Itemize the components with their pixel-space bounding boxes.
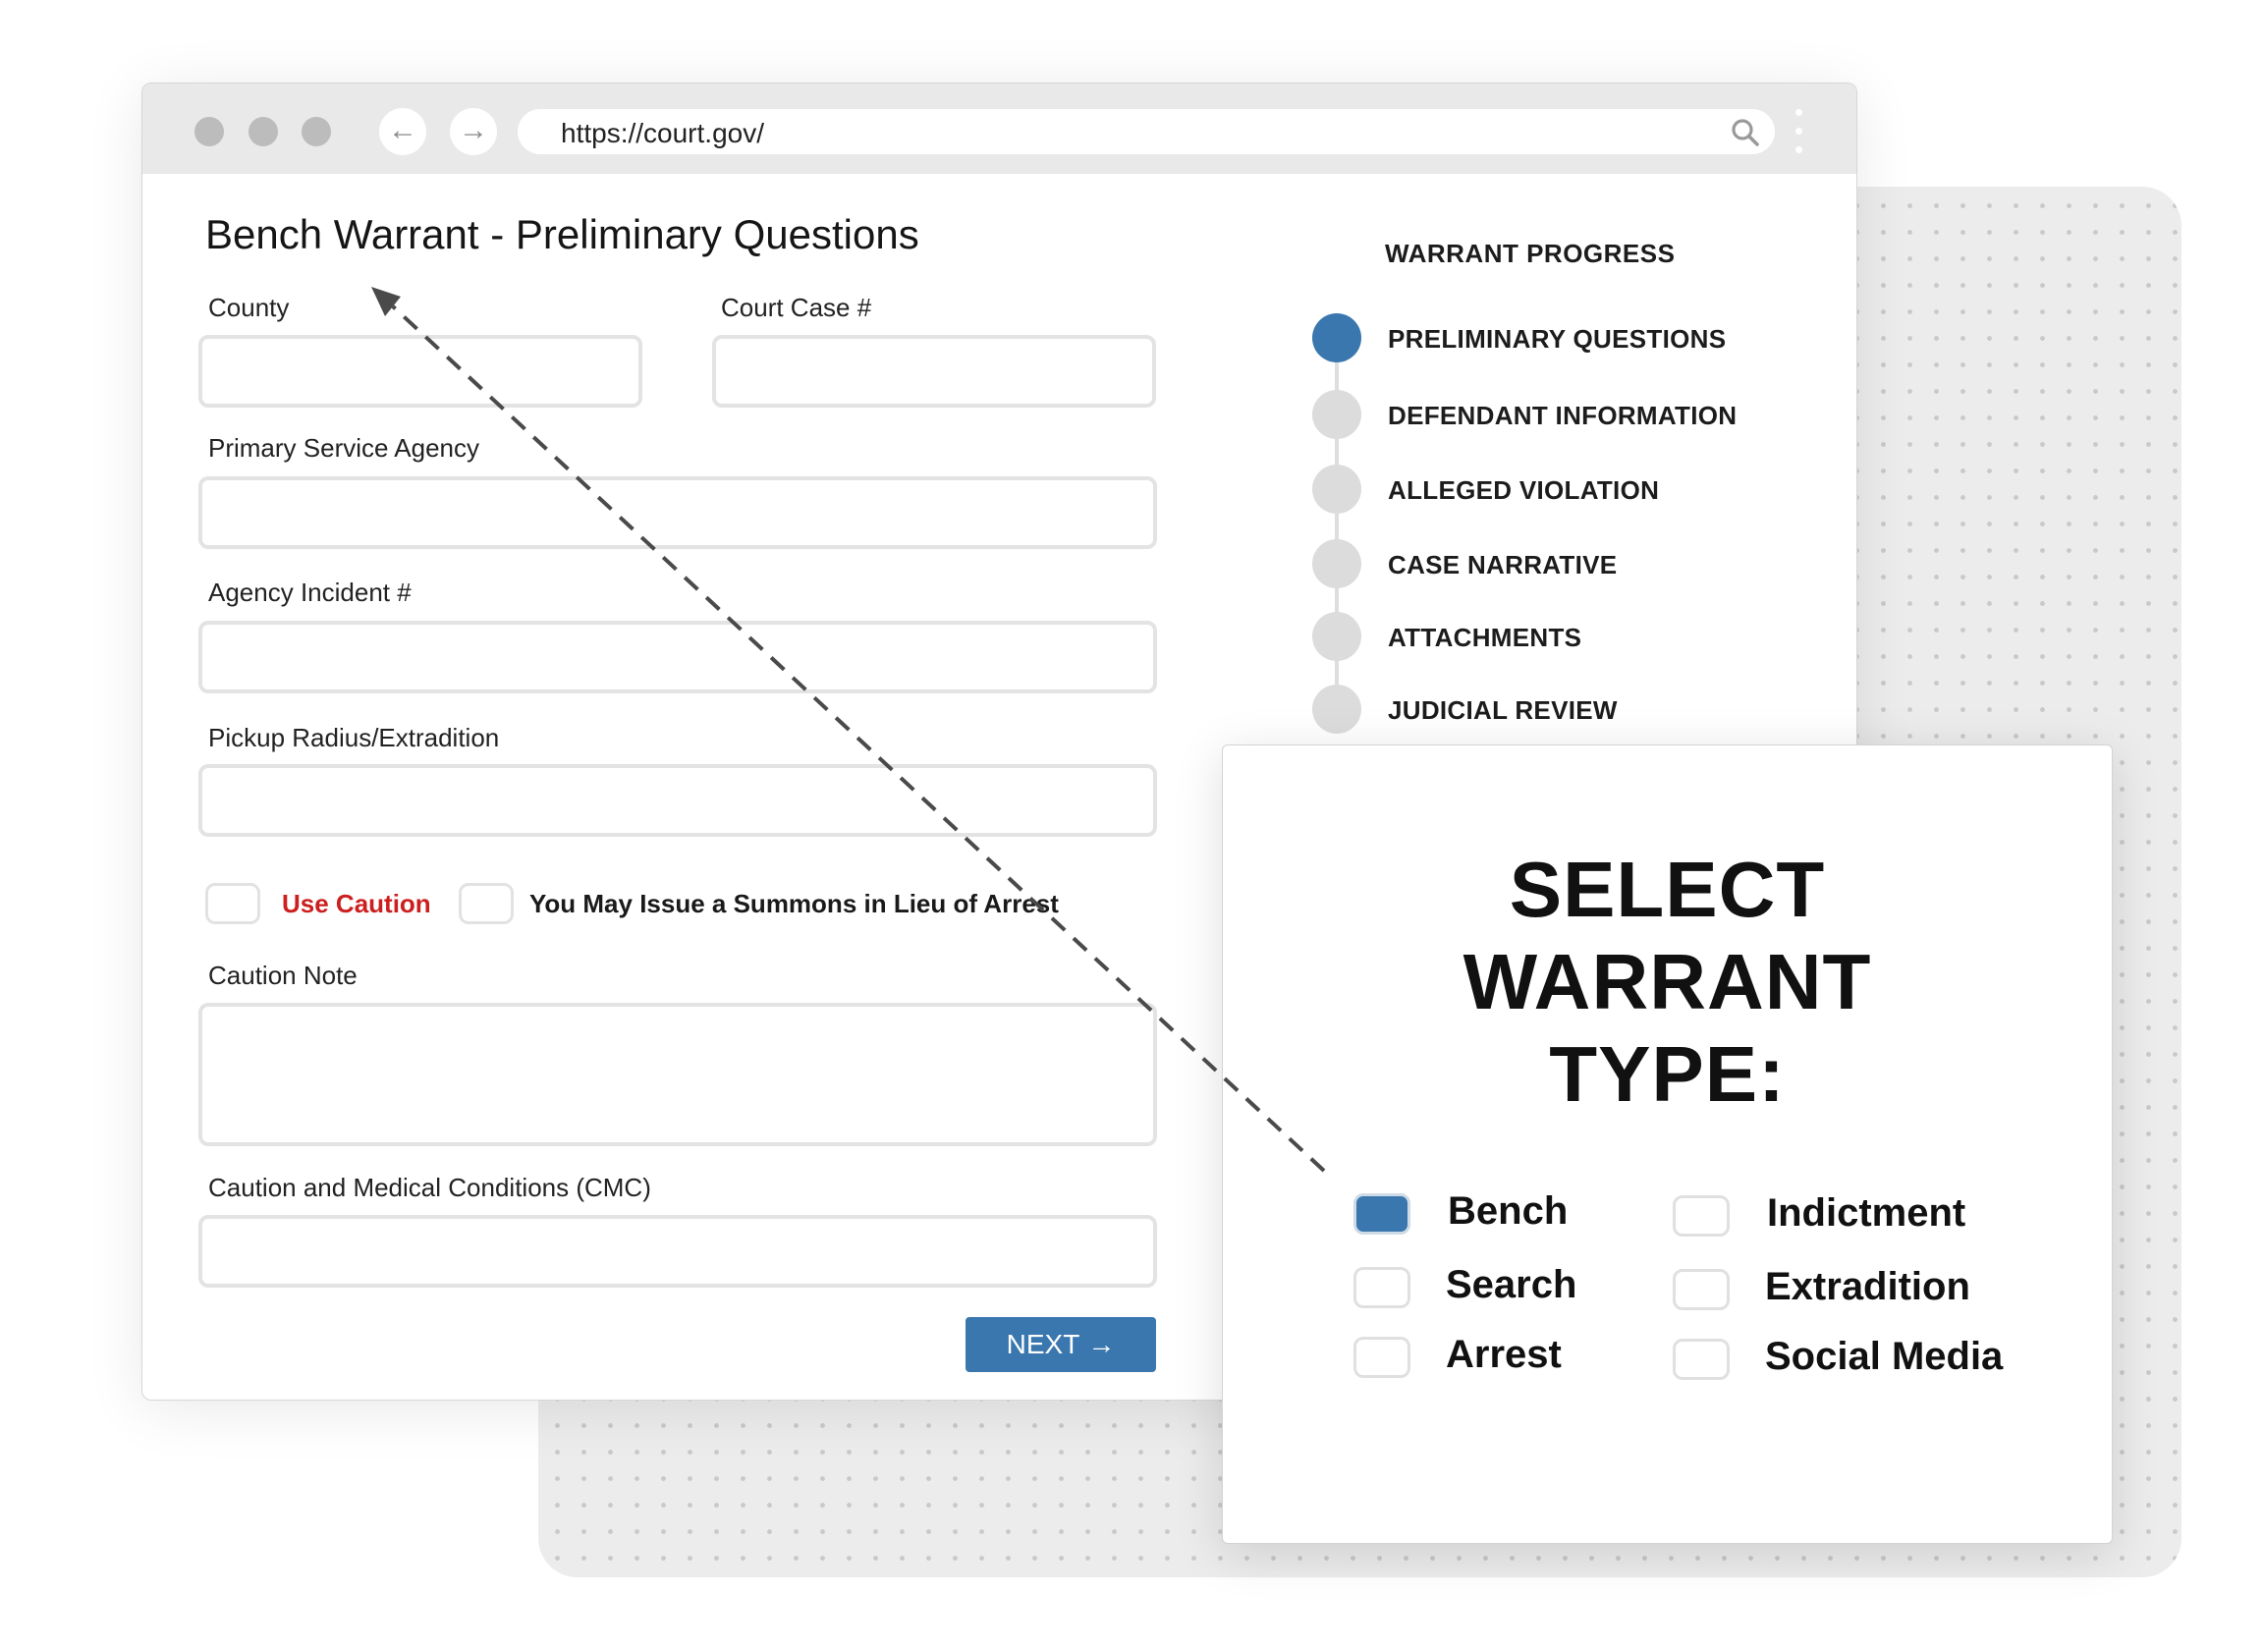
- use-caution-checkbox[interactable]: [205, 883, 260, 924]
- step-dot-judicial-review: [1312, 685, 1361, 734]
- next-label: NEXT: [1006, 1329, 1080, 1359]
- page-title: Bench Warrant - Preliminary Questions: [205, 211, 919, 257]
- extradition-label: Extradition: [1765, 1265, 1970, 1308]
- title-line-3: TYPE:: [1549, 1030, 1786, 1118]
- arrow-right-icon: →: [1087, 1329, 1116, 1359]
- bench-checkbox[interactable]: [1353, 1193, 1410, 1235]
- summons-checkbox[interactable]: [459, 883, 514, 924]
- indictment-checkbox[interactable]: [1673, 1195, 1730, 1237]
- address-bar[interactable]: https://court.gov/: [518, 109, 1775, 154]
- step-judicial-review[interactable]: JUDICIAL REVIEW: [1388, 695, 1618, 726]
- search-icon[interactable]: [1730, 117, 1761, 148]
- step-dot-defendant-information: [1312, 390, 1361, 439]
- pickup-radius-field[interactable]: [198, 764, 1157, 837]
- arrest-label: Arrest: [1446, 1333, 1562, 1376]
- county-label: County: [208, 293, 290, 322]
- url-text: https://court.gov/: [561, 118, 764, 148]
- window-dot-minimize[interactable]: [248, 117, 278, 146]
- extradition-checkbox[interactable]: [1673, 1269, 1730, 1310]
- step-dot-alleged-violation: [1312, 465, 1361, 514]
- title-line-2: WARRANT: [1463, 938, 1872, 1025]
- arrow-left-icon: ←: [388, 114, 417, 146]
- search-label: Search: [1446, 1263, 1577, 1306]
- step-case-narrative[interactable]: CASE NARRATIVE: [1388, 550, 1617, 580]
- bench-label: Bench: [1448, 1189, 1569, 1233]
- county-field[interactable]: [198, 335, 642, 408]
- primary-service-agency-field[interactable]: [198, 476, 1157, 549]
- step-dot-preliminary-questions: [1312, 313, 1361, 362]
- search-checkbox[interactable]: [1353, 1267, 1410, 1308]
- warrant-progress-title: WARRANT PROGRESS: [1385, 239, 1676, 268]
- cmc-field[interactable]: [198, 1215, 1157, 1288]
- window-dot-close[interactable]: [194, 117, 224, 146]
- back-button[interactable]: ←: [379, 108, 426, 155]
- step-defendant-information[interactable]: DEFENDANT INFORMATION: [1388, 401, 1737, 431]
- next-button[interactable]: NEXT →: [966, 1317, 1156, 1372]
- social-media-checkbox[interactable]: [1673, 1339, 1730, 1380]
- step-alleged-violation[interactable]: ALLEGED VIOLATION: [1388, 475, 1659, 506]
- window-dot-maximize[interactable]: [302, 117, 331, 146]
- caution-note-label: Caution Note: [208, 961, 358, 990]
- indictment-label: Indictment: [1767, 1191, 1966, 1235]
- arrow-right-icon: →: [459, 114, 488, 146]
- step-dot-case-narrative: [1312, 539, 1361, 588]
- use-caution-label: Use Caution: [282, 889, 431, 918]
- step-dot-attachments: [1312, 612, 1361, 661]
- step-preliminary-questions[interactable]: PRELIMINARY QUESTIONS: [1388, 324, 1726, 355]
- cmc-label: Caution and Medical Conditions (CMC): [208, 1173, 651, 1202]
- social-media-label: Social Media: [1765, 1335, 2004, 1378]
- select-warrant-type-title: SELECT WARRANT TYPE:: [1223, 844, 2112, 1121]
- court-case-label: Court Case #: [721, 293, 872, 322]
- title-line-1: SELECT: [1509, 846, 1826, 933]
- arrest-checkbox[interactable]: [1353, 1337, 1410, 1378]
- summons-label: You May Issue a Summons in Lieu of Arres…: [529, 889, 1059, 918]
- browser-toolbar: ← → https://court.gov/: [142, 83, 1856, 174]
- select-warrant-type-panel: SELECT WARRANT TYPE: Bench Search Arrest…: [1222, 744, 2113, 1544]
- agency-incident-field[interactable]: [198, 621, 1157, 693]
- primary-service-agency-label: Primary Service Agency: [208, 433, 479, 463]
- kebab-menu-icon[interactable]: [1795, 109, 1803, 158]
- agency-incident-label: Agency Incident #: [208, 578, 412, 607]
- forward-button[interactable]: →: [450, 108, 497, 155]
- pickup-radius-label: Pickup Radius/Extradition: [208, 723, 500, 752]
- step-attachments[interactable]: ATTACHMENTS: [1388, 623, 1581, 653]
- court-case-field[interactable]: [712, 335, 1156, 408]
- caution-note-textarea[interactable]: [198, 1003, 1157, 1146]
